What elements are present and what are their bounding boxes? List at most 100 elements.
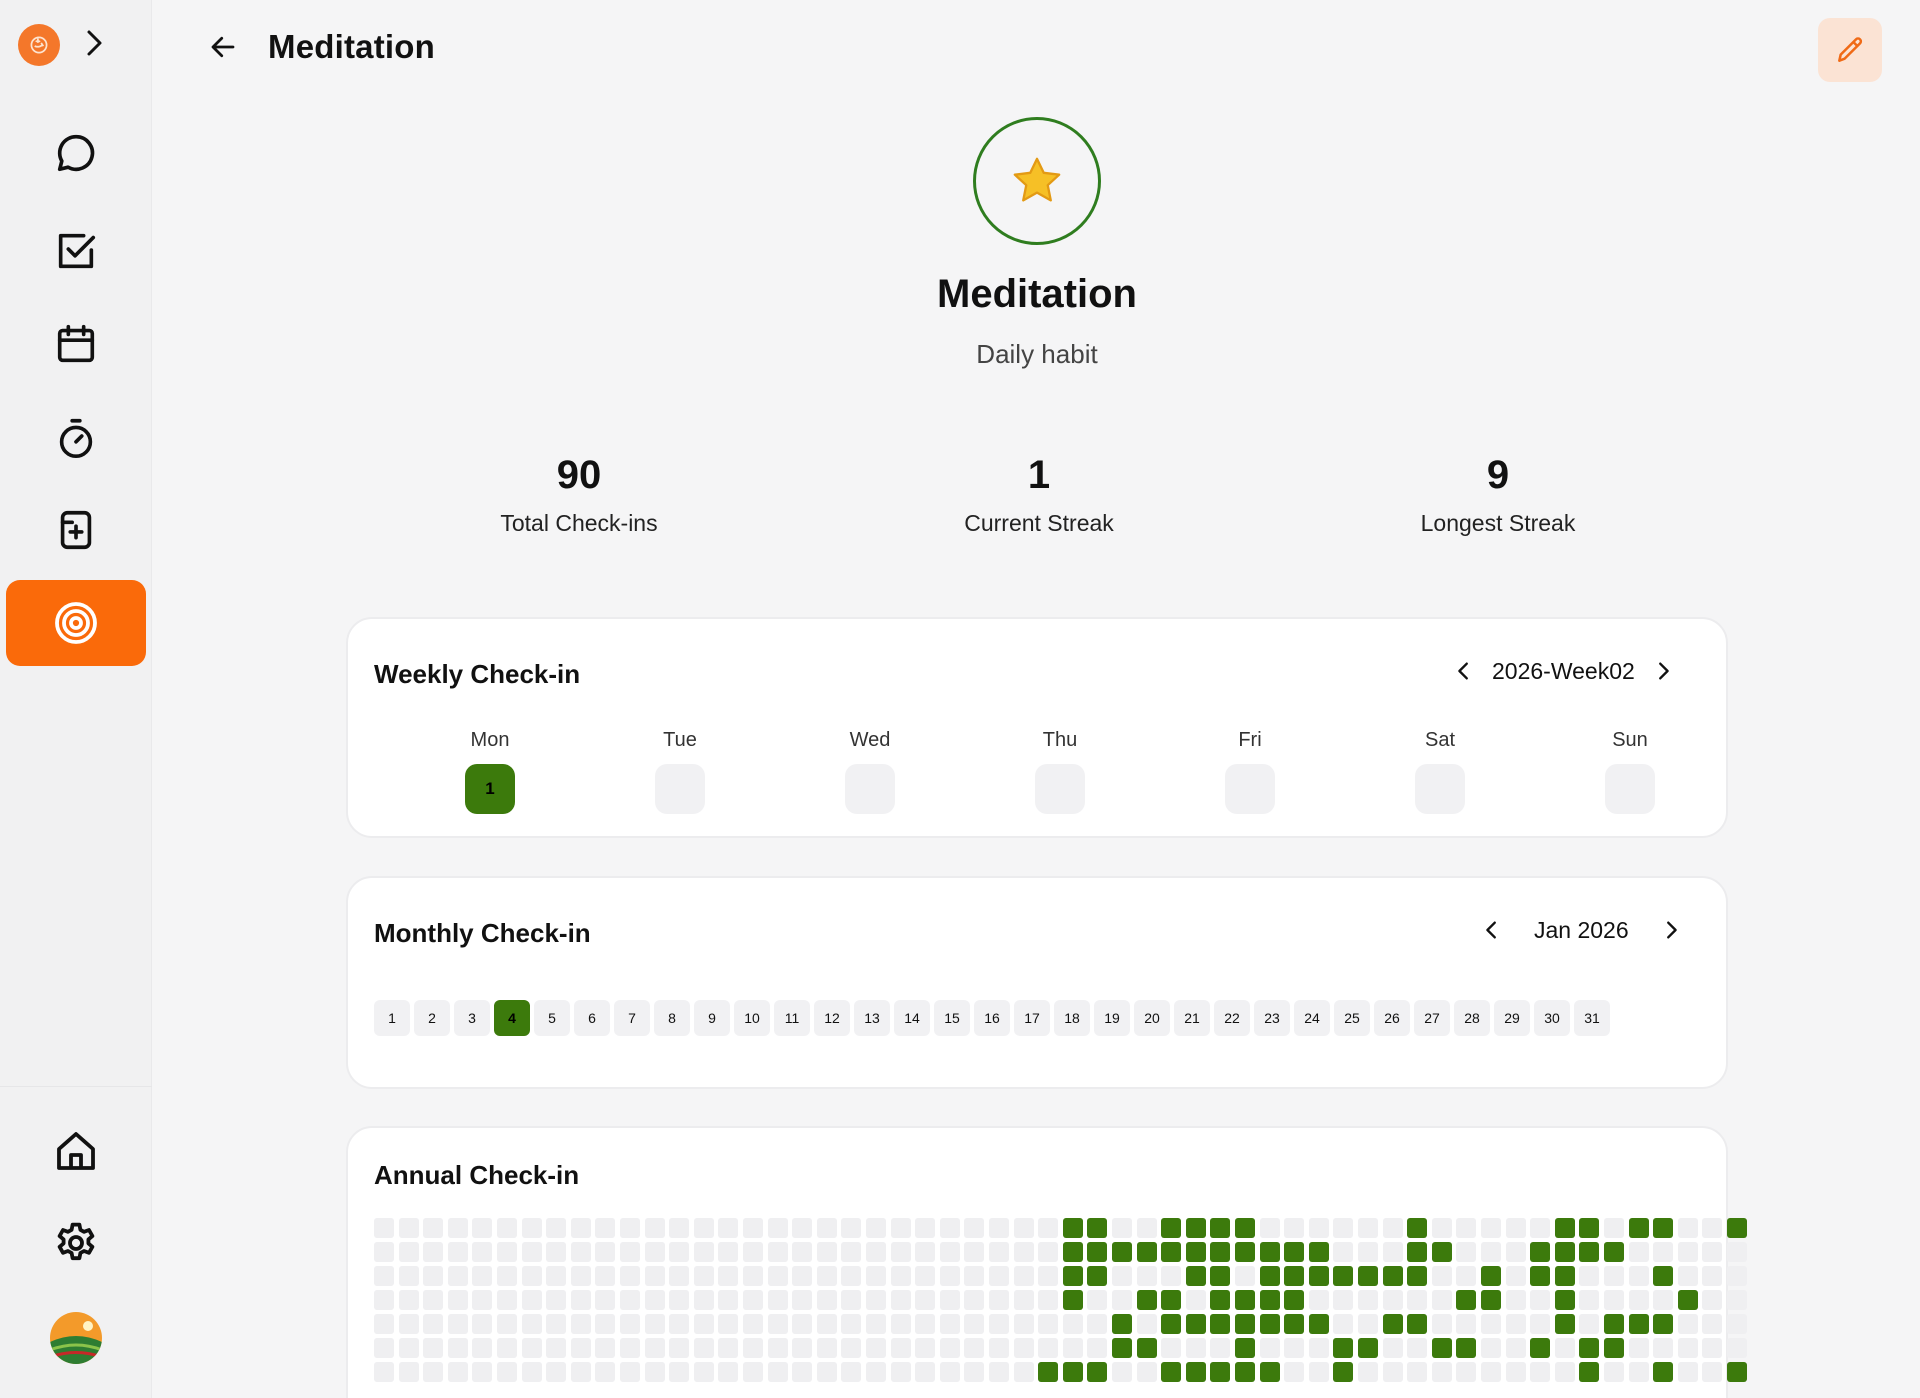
nav-settings[interactable] <box>6 1200 146 1286</box>
annual-day-cell <box>792 1218 813 1238</box>
annual-day-cell <box>1284 1362 1305 1382</box>
month-day-cell[interactable]: 1 <box>374 1000 410 1036</box>
month-day-cell[interactable]: 10 <box>734 1000 770 1036</box>
month-day-cell[interactable]: 3 <box>454 1000 490 1036</box>
month-day-cell[interactable]: 31 <box>1574 1000 1610 1036</box>
home-icon <box>57 1132 95 1170</box>
annual-day-cell <box>521 1290 542 1310</box>
brand-logo[interactable] <box>18 24 60 66</box>
edit-button[interactable] <box>1818 18 1882 82</box>
annual-day-cell <box>1505 1362 1526 1382</box>
month-day-cell[interactable]: 11 <box>774 1000 810 1036</box>
nav-chat[interactable] <box>6 110 146 196</box>
annual-day-cell <box>1333 1290 1354 1310</box>
annual-day-cell <box>669 1218 690 1238</box>
stat-current-streak: 1 Current Streak <box>889 450 1189 537</box>
month-day-cell[interactable]: 26 <box>1374 1000 1410 1036</box>
month-day-cell[interactable]: 17 <box>1014 1000 1050 1036</box>
month-day-cell[interactable]: 24 <box>1294 1000 1330 1036</box>
month-day-cell[interactable]: 20 <box>1134 1000 1170 1036</box>
annual-day-cell <box>939 1338 960 1358</box>
annual-day-cell <box>1284 1218 1305 1238</box>
annual-day-cell <box>1062 1266 1083 1286</box>
prev-month-button[interactable] <box>1478 916 1506 944</box>
annual-day-cell <box>1013 1362 1034 1382</box>
annual-day-cell <box>1062 1242 1083 1262</box>
annual-day-cell <box>546 1218 567 1238</box>
annual-day-cell <box>1136 1362 1157 1382</box>
nav-notes[interactable] <box>6 487 146 573</box>
annual-day-cell <box>1456 1266 1477 1286</box>
month-day-cell[interactable]: 9 <box>694 1000 730 1036</box>
annual-day-cell <box>1727 1338 1747 1358</box>
nav-habits[interactable] <box>6 580 146 666</box>
annual-day-cell <box>521 1362 542 1382</box>
expand-sidebar-icon[interactable] <box>82 28 106 63</box>
month-day-cell[interactable]: 28 <box>1454 1000 1490 1036</box>
month-day-cell[interactable]: 6 <box>574 1000 610 1036</box>
back-button[interactable] <box>206 30 240 64</box>
stat-total-checkins: 90 Total Check-ins <box>429 450 729 537</box>
month-day-cell[interactable]: 27 <box>1414 1000 1450 1036</box>
weekday-label: Tue <box>663 729 697 751</box>
sidebar-divider <box>0 1086 152 1087</box>
annual-day-cell <box>1308 1290 1329 1310</box>
month-day-cell[interactable]: 19 <box>1094 1000 1130 1036</box>
day-checkin-box[interactable] <box>1035 764 1085 814</box>
day-checkin-box[interactable] <box>845 764 895 814</box>
day-checkin-box[interactable] <box>655 764 705 814</box>
stat-value: 1 <box>1027 453 1051 497</box>
next-month-button[interactable] <box>1657 916 1685 944</box>
annual-day-cell <box>497 1266 517 1286</box>
annual-day-cell <box>1677 1338 1698 1358</box>
annual-day-cell <box>423 1218 444 1238</box>
week-navigator: 2026-Week02 <box>1450 657 1677 685</box>
day-checkin-box[interactable] <box>1605 764 1655 814</box>
month-day-cell[interactable]: 14 <box>894 1000 930 1036</box>
month-day-cell[interactable]: 21 <box>1174 1000 1210 1036</box>
annual-day-cell <box>1087 1242 1108 1262</box>
annual-day-cell <box>1112 1362 1132 1382</box>
month-day-cell[interactable]: 30 <box>1534 1000 1570 1036</box>
nav-timer[interactable] <box>6 395 146 481</box>
month-day-cell[interactable]: 23 <box>1254 1000 1290 1036</box>
day-checkin-box[interactable]: 1 <box>465 764 515 814</box>
day-checkin-box[interactable] <box>1415 764 1465 814</box>
month-day-cell[interactable]: 18 <box>1054 1000 1090 1036</box>
annual-day-cell <box>1308 1362 1329 1382</box>
month-day-cell[interactable]: 2 <box>414 1000 450 1036</box>
annual-day-cell <box>1284 1338 1305 1358</box>
month-days: 1 2 3 4 5 6 7 8 9 10 11 12 13 14 15 16 17 18 19 20 21 22 23 24 2… <box>374 1000 1610 1036</box>
month-day-cell[interactable]: 29 <box>1494 1000 1530 1036</box>
annual-day-cell <box>1554 1314 1575 1334</box>
user-avatar[interactable] <box>50 1312 102 1364</box>
month-day-cell[interactable]: 5 <box>534 1000 570 1036</box>
day-checkin-box[interactable] <box>1225 764 1275 814</box>
annual-day-cell <box>1259 1362 1280 1382</box>
month-day-cell[interactable]: 15 <box>934 1000 970 1036</box>
annual-day-cell <box>1259 1218 1280 1238</box>
month-day-cell[interactable]: 4 <box>494 1000 530 1036</box>
annual-day-cell <box>1013 1266 1034 1286</box>
annual-day-cell <box>1431 1266 1452 1286</box>
annual-day-cell <box>1653 1290 1674 1310</box>
month-day-cell[interactable]: 16 <box>974 1000 1010 1036</box>
nav-home[interactable] <box>6 1108 146 1194</box>
annual-day-cell <box>1505 1266 1526 1286</box>
month-day-cell[interactable]: 8 <box>654 1000 690 1036</box>
month-day-cell[interactable]: 7 <box>614 1000 650 1036</box>
annual-day-cell <box>1530 1338 1551 1358</box>
annual-day-cell <box>1333 1338 1354 1358</box>
annual-day-cell <box>890 1266 911 1286</box>
prev-week-button[interactable] <box>1450 657 1478 685</box>
month-day-cell[interactable]: 22 <box>1214 1000 1250 1036</box>
annual-day-cell <box>644 1266 665 1286</box>
annual-day-cell <box>1579 1242 1600 1262</box>
month-day-cell[interactable]: 25 <box>1334 1000 1370 1036</box>
annual-day-cell <box>374 1266 394 1286</box>
next-week-button[interactable] <box>1649 657 1677 685</box>
month-day-cell[interactable]: 12 <box>814 1000 850 1036</box>
month-day-cell[interactable]: 13 <box>854 1000 890 1036</box>
annual-day-cell <box>1530 1314 1551 1334</box>
annual-day-cell <box>1505 1314 1526 1334</box>
